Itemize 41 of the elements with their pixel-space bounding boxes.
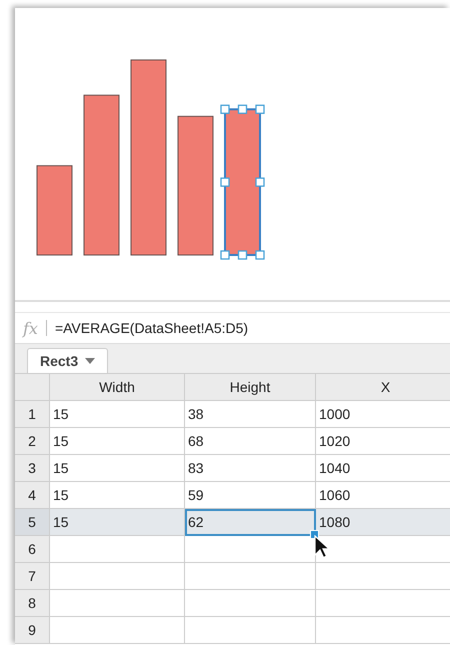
select-all-corner[interactable] bbox=[15, 374, 50, 401]
table-cell[interactable]: 83 bbox=[185, 455, 316, 482]
table-cell[interactable]: 68 bbox=[185, 428, 316, 455]
table-cell[interactable]: 15 bbox=[50, 455, 185, 482]
formula-text[interactable]: =AVERAGE(DataSheet!A5:D5) bbox=[54, 320, 248, 336]
rectangle-shape[interactable] bbox=[130, 59, 166, 256]
table-cell[interactable] bbox=[185, 590, 316, 617]
row-header[interactable]: 1 bbox=[15, 401, 50, 428]
table-cell[interactable]: 1080 bbox=[316, 509, 450, 536]
table-cell[interactable] bbox=[185, 617, 316, 644]
row-header[interactable]: 8 bbox=[15, 590, 50, 617]
rectangle-shape[interactable] bbox=[36, 165, 72, 256]
row-header[interactable]: 5 bbox=[15, 509, 50, 536]
rectangle-shape[interactable] bbox=[84, 94, 120, 256]
table-cell[interactable]: 1000 bbox=[316, 401, 450, 428]
function-label: fx bbox=[23, 318, 38, 338]
row-header[interactable]: 3 bbox=[15, 455, 50, 482]
column-header[interactable]: X bbox=[316, 374, 450, 401]
row-header[interactable]: 2 bbox=[15, 428, 50, 455]
table-cell[interactable]: 1020 bbox=[316, 428, 450, 455]
row-header[interactable]: 4 bbox=[15, 482, 50, 509]
column-header[interactable]: Width bbox=[50, 374, 185, 401]
table-cell[interactable]: 15 bbox=[50, 509, 185, 536]
sheet-tab[interactable]: Rect3 bbox=[27, 348, 108, 373]
row-header[interactable]: 7 bbox=[15, 563, 50, 590]
row-header[interactable]: 6 bbox=[15, 536, 50, 563]
table-cell[interactable] bbox=[185, 563, 316, 590]
table-cell[interactable] bbox=[50, 617, 185, 644]
table-cell[interactable]: 38 bbox=[185, 401, 316, 428]
table-cell[interactable]: 15 bbox=[50, 401, 185, 428]
table-cell[interactable]: 1040 bbox=[316, 455, 450, 482]
column-header[interactable]: Height bbox=[185, 374, 316, 401]
row-header[interactable]: 9 bbox=[15, 617, 50, 644]
cursor-icon bbox=[314, 535, 330, 559]
table-cell[interactable] bbox=[50, 563, 185, 590]
table-cell[interactable]: 62 bbox=[185, 509, 316, 536]
table-cell[interactable] bbox=[50, 590, 185, 617]
table-cell[interactable]: 15 bbox=[50, 428, 185, 455]
caret-icon bbox=[85, 358, 96, 364]
table-cell[interactable] bbox=[50, 536, 185, 563]
rectangle-shape[interactable] bbox=[178, 116, 214, 256]
